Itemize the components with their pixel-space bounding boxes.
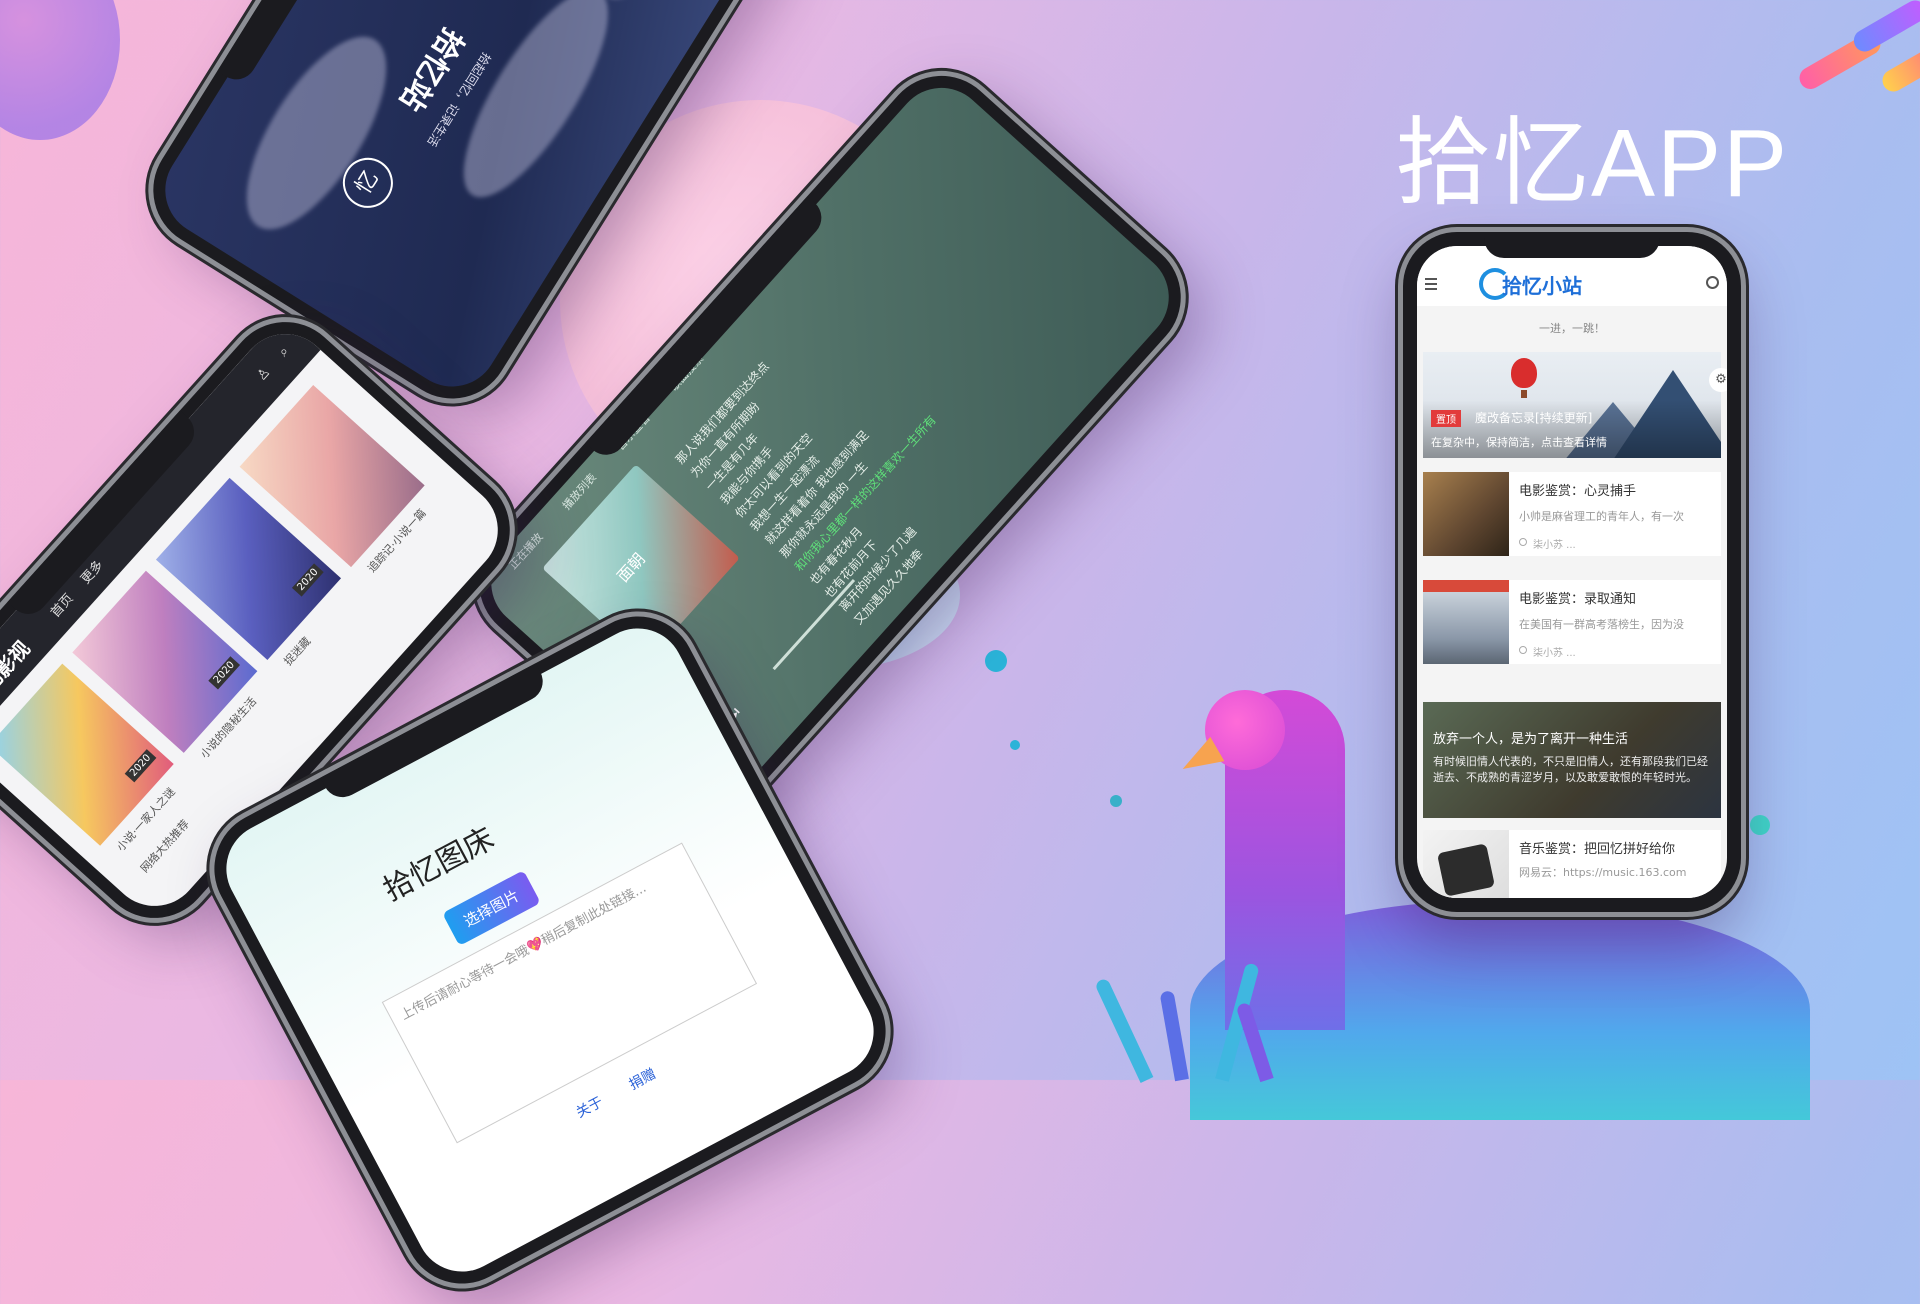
post-title: 音乐鉴赏：把回忆拼好给你 [1519, 842, 1676, 857]
decor-streak [1878, 46, 1920, 96]
post-title: 电影鉴赏：录取通知 [1519, 592, 1637, 607]
search-icon[interactable] [1706, 276, 1719, 289]
post-summary: 网易云：https://music.163.com [1519, 866, 1687, 879]
post-card[interactable]: 电影鉴赏：心灵捕手 小帅是麻省理工的青年人，有一次 柒小苏 ... [1423, 472, 1721, 556]
tab-now-playing[interactable]: 正在播放 [505, 529, 546, 572]
blog-screen: 拾忆小站 一进，一跳！ 置顶 魔改备忘录[持续更新] 在复杂中，保持简洁，点击查… [1417, 246, 1727, 898]
about-link[interactable]: 关于 [572, 1092, 606, 1123]
puzzle-icon [1436, 843, 1496, 897]
decor-streak [1849, 0, 1920, 56]
post-author: 柒小苏 ... [1533, 540, 1576, 551]
post-thumbnail [1423, 472, 1509, 556]
blog-slogan: 一进，一跳！ [1539, 322, 1605, 335]
post-title: 电影鉴赏：心灵捕手 [1519, 484, 1637, 499]
headline: 拾忆APP [1395, 110, 1790, 217]
blog-logo[interactable]: 拾忆小站 [1502, 270, 1582, 299]
progress-slider[interactable] [772, 579, 856, 671]
banner-title: 魔改备忘录[持续更新] [1475, 411, 1593, 425]
tab-playlist[interactable]: 播放列表 [559, 470, 600, 513]
upload-textarea[interactable]: 上传后请耐心等待一会哦💖稍后复制此处链接... [381, 842, 758, 1144]
grass-blade [1094, 977, 1154, 1083]
decor-dot [985, 650, 1007, 672]
post-thumbnail [1423, 580, 1509, 664]
album-title: 面朝 [613, 549, 649, 586]
banner-subtitle: 在复杂中，保持简洁，点击查看详情 [1431, 436, 1607, 449]
decor-dot [1750, 815, 1770, 835]
post-card[interactable]: 电影鉴赏：录取通知 在美国有一群高考落榜生，因为没 柒小苏 ... [1423, 580, 1721, 664]
notch [1484, 232, 1660, 258]
pinned-badge: 置顶 [1431, 410, 1461, 427]
menu-icon[interactable] [1425, 278, 1437, 290]
balloon-illustration [1511, 358, 1537, 388]
decor-dot [1110, 795, 1122, 807]
user-icon[interactable]: ♙ [253, 364, 273, 384]
post-author: 柒小苏 ... [1533, 648, 1576, 659]
balloon-basket [1521, 390, 1527, 398]
post-summary: 小帅是麻省理工的青年人，有一次 [1519, 510, 1684, 523]
decor-blob-top-left [0, 0, 120, 140]
feature-description: 有时候旧情人代表的，不只是旧情人，还有那段我们已经逝去、不成熟的青涩岁月，以及敢… [1433, 755, 1708, 784]
author-icon [1519, 646, 1527, 654]
decor-dot [1010, 740, 1020, 750]
post-thumbnail [1423, 830, 1509, 898]
feature-title: 放弃一个人，是为了离开一种生活 [1433, 732, 1629, 747]
music-post-card[interactable]: 音乐鉴赏：把回忆拼好给你 网易云：https://music.163.com [1423, 830, 1721, 898]
donate-link[interactable]: 捐赠 [625, 1063, 659, 1094]
feature-post[interactable]: 放弃一个人，是为了离开一种生活 有时候旧情人代表的，不只是旧情人，还有那段我们已… [1423, 702, 1721, 818]
phone-blog-app: 拾忆小站 一进，一跳！ 置顶 魔改备忘录[持续更新] 在复杂中，保持简洁，点击查… [1403, 232, 1741, 912]
post-summary: 在美国有一群高考落榜生，因为没 [1519, 618, 1684, 631]
featured-banner[interactable]: 置顶 魔改备忘录[持续更新] 在复杂中，保持简洁，点击查看详情 [1423, 352, 1721, 458]
search-icon[interactable]: ⌕ [275, 344, 292, 361]
author-icon [1519, 538, 1527, 546]
grass-blade [1159, 990, 1189, 1082]
gear-icon[interactable]: ⚙ [1709, 368, 1727, 392]
